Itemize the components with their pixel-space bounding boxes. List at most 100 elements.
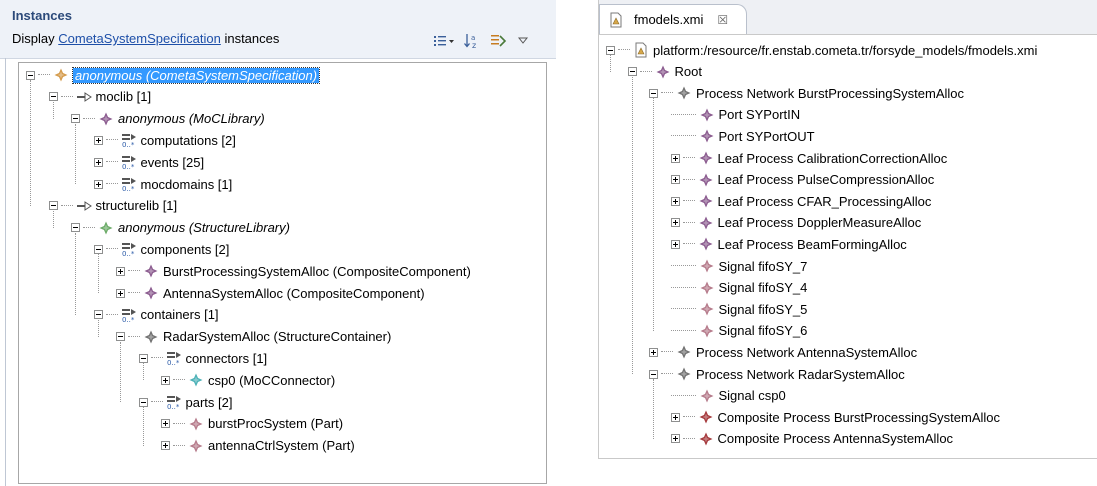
tree-item[interactable]: 0..* mocdomains [1] bbox=[93, 174, 232, 194]
tree-item-label: Composite Process AntennaSystemAlloc bbox=[717, 431, 954, 447]
sort-button[interactable]: a z bbox=[463, 32, 481, 50]
collapse-icon[interactable] bbox=[93, 244, 103, 254]
resource-file-icon bbox=[633, 42, 649, 58]
tree-item[interactable]: 0..* connectors [1] bbox=[138, 348, 267, 368]
svg-text:0..*: 0..* bbox=[122, 250, 135, 257]
tree-item[interactable]: Port SYPortIN bbox=[670, 105, 800, 125]
expand-icon[interactable] bbox=[161, 419, 170, 429]
collapse-icon[interactable] bbox=[26, 70, 35, 80]
tree-item[interactable]: 0..* events [25] bbox=[93, 152, 204, 172]
diamond-teal-icon bbox=[188, 372, 204, 388]
expand-icon[interactable] bbox=[116, 288, 125, 298]
svg-text:z: z bbox=[472, 41, 476, 50]
expand-icon[interactable] bbox=[649, 347, 658, 357]
tree-item-label: computations [2] bbox=[140, 132, 236, 148]
expand-icon[interactable] bbox=[670, 218, 680, 228]
list-icon bbox=[434, 36, 454, 46]
tree-item[interactable]: burstProcSystem (Part) bbox=[161, 414, 343, 434]
collapse-icon[interactable] bbox=[649, 88, 658, 98]
panel-edge bbox=[5, 58, 6, 486]
tree-item[interactable]: Leaf Process PulseCompressionAlloc bbox=[670, 170, 934, 190]
tree-item[interactable]: Composite Process AntennaSystemAlloc bbox=[670, 429, 954, 449]
tree-item[interactable]: structurelib [1] bbox=[48, 196, 178, 216]
tree-item[interactable]: BurstProcessingSystemAlloc (CompositeCom… bbox=[116, 261, 471, 281]
tree-item[interactable]: anonymous (MoCLibrary) bbox=[71, 109, 265, 129]
tree-item[interactable]: Process Network AntennaSystemAlloc bbox=[649, 342, 917, 362]
expand-icon[interactable] bbox=[93, 135, 103, 145]
metaclass-link[interactable]: CometaSystemSpecification bbox=[58, 31, 221, 46]
collapse-icon[interactable] bbox=[48, 201, 58, 211]
expand-icon[interactable] bbox=[161, 441, 170, 451]
expand-icon[interactable] bbox=[161, 375, 170, 385]
tree-item[interactable]: moclib [1] bbox=[48, 87, 151, 107]
list-view-button[interactable] bbox=[433, 32, 455, 50]
tree-item[interactable]: Signal fifoSY_4 bbox=[670, 278, 807, 298]
close-icon[interactable]: ☒ bbox=[717, 13, 728, 27]
sort-az-icon: a z bbox=[464, 34, 476, 50]
view-menu-button[interactable] bbox=[517, 32, 529, 50]
tree-item[interactable]: 0..* containers [1] bbox=[93, 305, 219, 325]
tree-connector bbox=[128, 270, 140, 272]
tree-item[interactable]: Composite Process BurstProcessingSystemA… bbox=[670, 407, 1000, 427]
tree-item[interactable]: Leaf Process CalibrationCorrectionAlloc bbox=[670, 148, 947, 168]
expand-icon[interactable] bbox=[670, 412, 680, 422]
tree-item[interactable]: antennaCtrlSystem (Part) bbox=[161, 436, 355, 456]
tree-item[interactable]: platform:/resource/fr.enstab.cometa.tr/f… bbox=[606, 40, 1037, 60]
expand-icon[interactable] bbox=[670, 175, 680, 185]
tree-item-label: BurstProcessingSystemAlloc (CompositeCom… bbox=[163, 263, 471, 279]
collapse-icon[interactable] bbox=[93, 310, 103, 320]
tree-item[interactable]: Leaf Process BeamFormingAlloc bbox=[670, 234, 907, 254]
expand-icon[interactable] bbox=[93, 179, 103, 189]
tree-item-label: Leaf Process BeamFormingAlloc bbox=[717, 236, 907, 252]
collapse-icon[interactable] bbox=[48, 92, 58, 102]
collection-icon: 0..* bbox=[166, 394, 182, 410]
collapse-icon[interactable] bbox=[116, 332, 125, 342]
tree-item[interactable]: Process Network RadarSystemAlloc bbox=[649, 364, 905, 384]
tree-item-label: parts [2] bbox=[185, 394, 233, 410]
tree-item[interactable]: csp0 (MoCConnector) bbox=[161, 370, 335, 390]
tree-guide-line bbox=[75, 232, 76, 315]
expand-icon[interactable] bbox=[116, 266, 125, 276]
expand-icon[interactable] bbox=[670, 239, 680, 249]
tree-item-label: structurelib [1] bbox=[95, 198, 178, 214]
tree-item[interactable]: 0..* parts [2] bbox=[138, 392, 233, 412]
tree-item[interactable]: 0..* components [2] bbox=[93, 239, 229, 259]
tree-item[interactable]: anonymous (CometaSystemSpecification) bbox=[26, 65, 321, 85]
tree-item[interactable]: RadarSystemAlloc (StructureContainer) bbox=[116, 327, 391, 347]
diamond-red-icon bbox=[698, 409, 714, 425]
collapse-icon[interactable] bbox=[627, 67, 637, 77]
collapse-icon[interactable] bbox=[606, 45, 615, 55]
tree-item[interactable]: anonymous (StructureLibrary) bbox=[71, 218, 290, 238]
diamond-gray-icon bbox=[676, 85, 692, 101]
expand-icon[interactable] bbox=[93, 157, 103, 167]
tree-item[interactable]: Signal fifoSY_6 bbox=[670, 321, 807, 341]
tree-item[interactable]: Process Network BurstProcessingSystemAll… bbox=[649, 83, 964, 103]
tree-item[interactable]: Signal csp0 bbox=[670, 386, 786, 406]
filter-button[interactable] bbox=[489, 32, 509, 50]
tree-item[interactable]: Leaf Process CFAR_ProcessingAlloc bbox=[670, 191, 931, 211]
tree-connector bbox=[128, 335, 140, 338]
collapse-icon[interactable] bbox=[71, 114, 80, 124]
expand-icon[interactable] bbox=[670, 153, 680, 163]
tree-item[interactable]: 0..* computations [2] bbox=[93, 130, 236, 150]
expand-icon[interactable] bbox=[670, 196, 680, 206]
tab-fmodels[interactable]: fmodels.xmi ☒ bbox=[599, 4, 747, 34]
collapse-icon[interactable] bbox=[649, 369, 658, 379]
tree-item[interactable]: Port SYPortOUT bbox=[670, 126, 815, 146]
tree-item[interactable]: Root bbox=[627, 62, 702, 82]
tab-label: fmodels.xmi bbox=[634, 12, 704, 27]
tree-item[interactable]: Leaf Process DopplerMeasureAlloc bbox=[670, 213, 921, 233]
tree-connector bbox=[83, 117, 95, 120]
tree-item[interactable]: Signal fifoSY_7 bbox=[670, 256, 808, 276]
expand-icon[interactable] bbox=[670, 434, 680, 444]
diamond-gray-icon bbox=[676, 366, 692, 382]
collapse-icon[interactable] bbox=[138, 353, 148, 363]
tree-item[interactable]: AntennaSystemAlloc (CompositeComponent) bbox=[116, 283, 425, 303]
tree-item[interactable]: Signal fifoSY_5 bbox=[670, 299, 807, 319]
collapse-icon[interactable] bbox=[71, 223, 80, 233]
tree-connector bbox=[661, 92, 673, 94]
tree-item-label: Signal fifoSY_7 bbox=[718, 258, 808, 274]
collapse-icon[interactable] bbox=[138, 397, 148, 407]
instances-tree[interactable]: anonymous (CometaSystemSpecification) moc… bbox=[18, 62, 547, 484]
diamond-purple-icon bbox=[143, 263, 159, 279]
